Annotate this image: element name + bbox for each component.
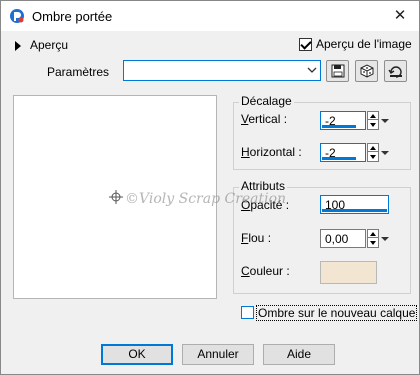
save-preset-button[interactable]	[326, 60, 349, 82]
save-icon	[331, 64, 345, 78]
random-button[interactable]	[355, 60, 378, 82]
crosshair-icon[interactable]	[109, 190, 123, 204]
color-swatch[interactable]	[320, 261, 377, 284]
spin-up-icon[interactable]	[368, 230, 378, 238]
expand-triangle-icon	[15, 41, 21, 51]
flou-dropdown-icon[interactable]	[380, 229, 390, 248]
spin-up-icon[interactable]	[368, 144, 378, 152]
flou-spinner[interactable]	[367, 229, 379, 248]
horizontal-spinner[interactable]	[367, 143, 379, 162]
spin-up-icon[interactable]	[368, 112, 378, 120]
horizontal-input[interactable]: -2	[320, 143, 366, 162]
decalage-title: Décalage	[239, 94, 294, 108]
horizontal-dropdown-icon[interactable]	[380, 143, 390, 162]
dice-icon	[360, 64, 374, 78]
parametres-label: Paramètres	[47, 65, 110, 79]
spin-down-icon[interactable]	[368, 239, 378, 247]
parametres-dropdown[interactable]	[123, 60, 321, 81]
shadow-layer-check[interactable]	[241, 306, 254, 319]
vertical-label: Vertical :	[241, 112, 288, 126]
spin-down-icon[interactable]	[368, 153, 378, 161]
window-title: Ombre portée	[32, 9, 113, 24]
shadow-layer-label: Ombre sur le nouveau calque	[256, 305, 418, 321]
vertical-spinner[interactable]	[367, 111, 379, 130]
vertical-input[interactable]: -2	[320, 111, 366, 130]
help-button[interactable]: Aide	[263, 344, 335, 365]
apercu-label: Aperçu	[30, 38, 69, 52]
reset-icon	[388, 66, 402, 78]
preview-image-label: Aperçu de l'image	[316, 37, 412, 51]
reset-button[interactable]	[384, 60, 407, 82]
couleur-label-text: ouleur :	[249, 264, 290, 278]
title-bar: Ombre portée ✕	[1, 1, 419, 31]
flou-label: Flou :	[241, 231, 272, 245]
flou-value: 0,00	[325, 232, 349, 246]
ok-button[interactable]: OK	[101, 344, 173, 365]
vertical-label-text: ertical :	[248, 112, 288, 126]
paintshop-app-icon	[9, 8, 25, 24]
vertical-dropdown-icon[interactable]	[380, 111, 390, 130]
cancel-button[interactable]: Annuler	[182, 344, 254, 365]
watermark: ©Violy Scrap Creation	[125, 191, 287, 207]
close-button[interactable]: ✕	[391, 7, 409, 25]
spin-down-icon[interactable]	[368, 121, 378, 129]
opacite-slider-bar[interactable]	[322, 209, 387, 212]
horizontal-slider-bar[interactable]	[322, 157, 356, 160]
couleur-label: Couleur :	[241, 264, 290, 278]
preview-image-check[interactable]	[299, 38, 312, 51]
horizontal-label: Horizontal :	[241, 145, 302, 159]
vertical-slider-bar[interactable]	[322, 125, 356, 128]
chevron-down-icon[interactable]	[307, 64, 317, 76]
flou-label-text: lou :	[248, 231, 272, 245]
dialog-window: Ombre portée ✕ Aperçu Aperçu de l'image …	[0, 0, 420, 375]
horizontal-label-text: orizontal :	[249, 145, 302, 159]
opacite-input[interactable]: 100	[320, 195, 389, 214]
flou-input[interactable]: 0,00	[320, 229, 366, 248]
